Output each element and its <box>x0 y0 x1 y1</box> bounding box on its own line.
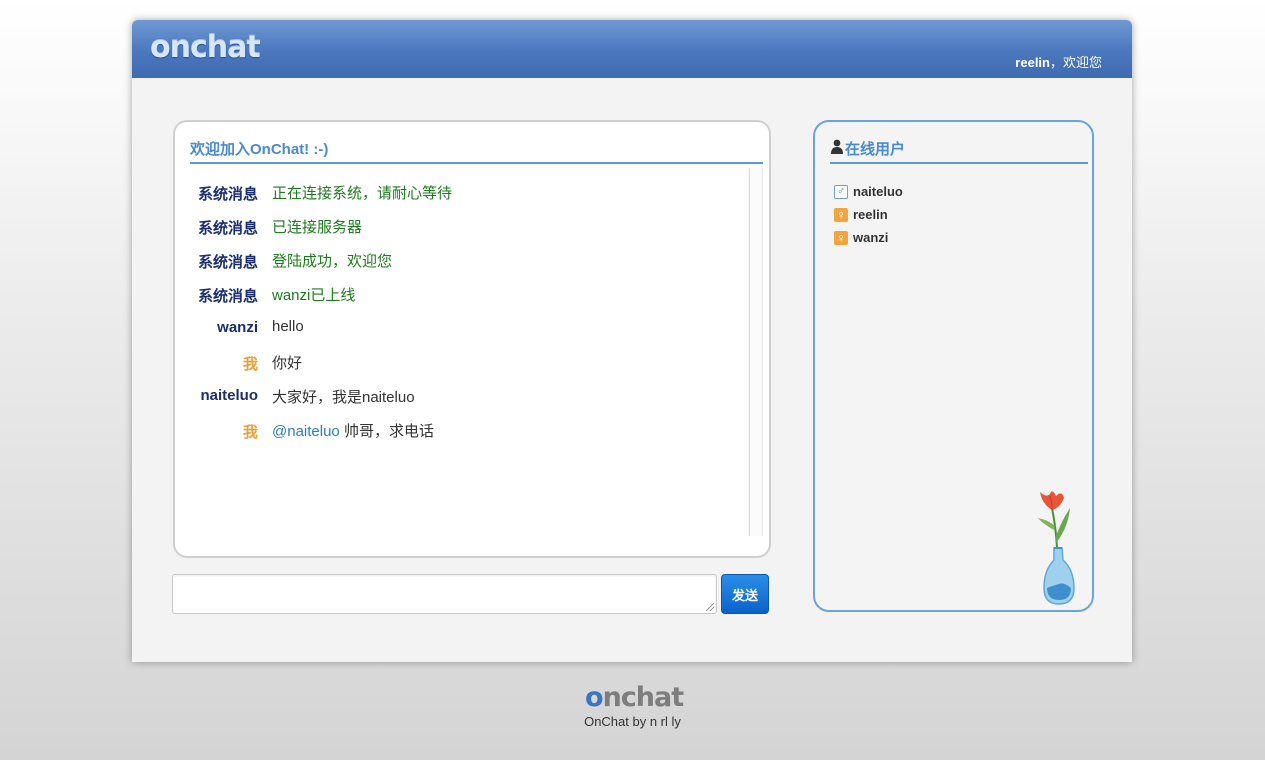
message-text: 大家好，我是naiteluo <box>272 389 415 406</box>
welcome-text: reelin，欢迎您 <box>1015 52 1102 71</box>
message-input[interactable] <box>172 574 717 614</box>
send-button[interactable]: 发送 <box>721 574 769 614</box>
message-text: 正在连接系统，请耐心等待 <box>272 185 453 202</box>
male-icon: ♂ <box>834 184 848 199</box>
message-row: 系统消息 正在连接系统，请耐心等待 <box>190 168 766 203</box>
footer-credit: OnChat by n rl ly <box>584 714 681 729</box>
female-icon: ♀ <box>834 230 848 245</box>
resize-grip-icon[interactable] <box>706 603 714 611</box>
user-name: reelin <box>853 207 888 222</box>
online-users-label: 在线用户 <box>845 141 906 158</box>
message-list[interactable]: 系统消息 正在连接系统，请耐心等待 系统消息 已连接服务器 系统消息 登陆成功，欢迎您 系统… <box>190 168 766 536</box>
user-list-item[interactable]: ♀ reelin <box>834 203 903 226</box>
message-row: 我你好 <box>190 338 766 373</box>
user-icon <box>831 139 843 154</box>
chat-title: 欢迎加入OnChat! :-) <box>190 136 763 164</box>
message-text: hello <box>272 318 304 335</box>
message-sender: 我 <box>242 424 258 441</box>
chat-panel: 欢迎加入OnChat! :-) 系统消息 正在连接系统，请耐心等待 系统消息 已连接服… <box>173 120 771 558</box>
message-row: 我 @naiteluo 帅哥，求电话 <box>190 406 766 441</box>
header-bar: onchat reelin，欢迎您 <box>132 20 1132 78</box>
message-row: 系统消息 已连接服务器 <box>190 202 766 237</box>
message-text: 已连接服务器 <box>272 219 363 236</box>
message-row: 系统消息 登陆成功，欢迎您 <box>190 236 766 271</box>
user-list-item[interactable]: ♂ naiteluo <box>834 180 903 203</box>
message-sender: 系统消息 <box>197 254 258 271</box>
message-text: 登陆成功，欢迎您 <box>272 253 393 270</box>
footer-logo: onchat <box>585 682 684 713</box>
app-logo: onchat <box>150 30 261 65</box>
welcome-suffix: ，欢迎您 <box>1049 55 1102 70</box>
message-row: 系统消息 wanzi已上线 <box>190 270 766 305</box>
message-row: wanzi hello <box>190 304 766 338</box>
female-icon: ♀ <box>834 207 848 222</box>
user-name: wanzi <box>853 230 889 245</box>
message-scrollbar[interactable] <box>749 168 763 536</box>
message-sender: 系统消息 <box>197 220 258 237</box>
flower-vase-icon <box>1038 491 1075 605</box>
message-sender: 系统消息 <box>197 288 258 305</box>
message-row: naiteluo 大家好，我是naiteluo <box>190 372 766 406</box>
message-text: wanzi已上线 <box>272 287 356 304</box>
message-text: 你好 <box>272 355 303 372</box>
app-window: onchat reelin，欢迎您 欢迎加入OnChat! :-) 系统消息 正在… <box>132 20 1132 662</box>
message-text-body: 帅哥，求电话 <box>339 423 434 440</box>
user-list-item[interactable]: ♀ wanzi <box>834 226 903 249</box>
message-sender[interactable]: wanzi <box>217 319 258 336</box>
message-sender: 系统消息 <box>197 186 258 203</box>
message-sender[interactable]: naiteluo <box>200 387 258 404</box>
message-text: @naiteluo 帅哥，求电话 <box>272 420 434 441</box>
mention-link[interactable]: @naiteluo <box>272 423 340 440</box>
user-list: ♂ naiteluo ♀ reelin ♀ wanzi <box>834 180 903 249</box>
user-name: naiteluo <box>853 184 903 199</box>
message-sender: 我 <box>242 356 258 373</box>
online-users-panel: 在线用户 ♂ naiteluo ♀ reelin ♀ wanzi <box>813 120 1094 612</box>
online-users-title: 在线用户 <box>830 136 1088 164</box>
current-username: reelin <box>1015 55 1050 70</box>
